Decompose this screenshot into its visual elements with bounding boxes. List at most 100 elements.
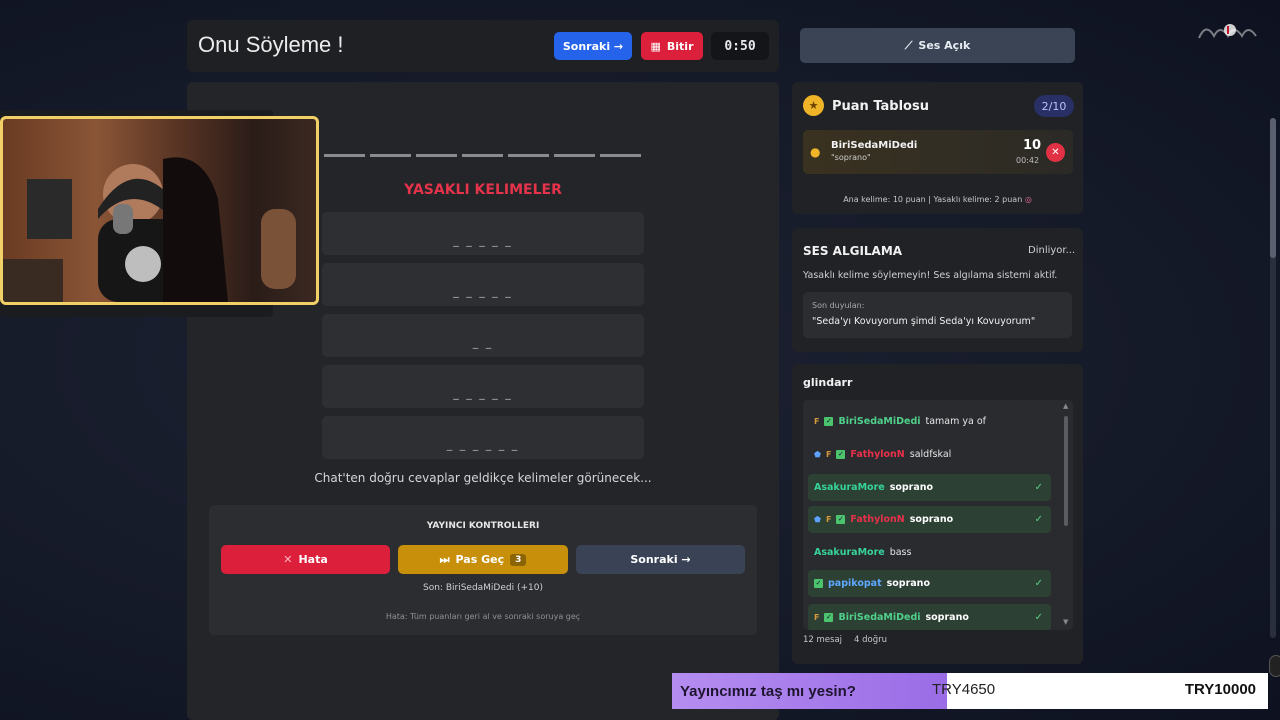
badge-icon: F (814, 613, 820, 622)
forbidden-word-box: _ _ _ _ _ _ (322, 416, 644, 459)
check-icon: ✓ (1034, 612, 1043, 623)
chat-message-correct: F ✓ BiriSedaMiDedi soprano ✓ (808, 604, 1051, 630)
finish-button[interactable]: ▦ Bitir (641, 32, 703, 60)
channel-logo (1196, 18, 1266, 49)
chat-text: tamam ya of (925, 416, 987, 427)
page-scrollbar[interactable] (1270, 118, 1276, 638)
subscriber-icon: ✓ (836, 450, 846, 459)
chat-message: F ✓ BiriSedaMiDedi tamam ya of (808, 408, 1051, 435)
score-entry-word: "soprano" (831, 153, 871, 162)
chat-text: bass (889, 547, 912, 558)
page-scroll-thumb[interactable] (1270, 118, 1276, 258)
scoreboard-title: Puan Tablosu (832, 99, 929, 114)
trophy-icon: ★ (803, 95, 824, 116)
error-note: Hata: Tüm puanları geri al ve sonraki so… (385, 612, 581, 621)
score-entry-points: 10 (1023, 138, 1042, 153)
moderator-shield-icon: ⬟ (814, 515, 821, 524)
wand-icon: ⟋ (904, 38, 913, 52)
chat-username: FathylonN (850, 449, 905, 460)
close-icon: ✕ (1051, 147, 1060, 158)
donation-goal: TRY10000 (1184, 681, 1256, 698)
chat-message: AsakuraMore bass (808, 539, 1051, 566)
skip-icon: ⏭ (439, 552, 450, 566)
donation-question: Yayıncımız taş mı yesin? (672, 673, 947, 709)
chat-channel-name: glindarr (803, 376, 853, 389)
streamer-figure (3, 157, 296, 302)
voice-warning: Yasaklı kelime söylemeyin! Ses algılama … (803, 270, 1058, 281)
game-header: Onu Söyleme ! Sonraki → ▦ Bitir 0:50 (187, 20, 779, 72)
chat-panel: glindarr F ✓ BiriSedaMiDedi tamam ya of ⬟… (792, 364, 1083, 664)
forbidden-word-box: _ _ (322, 314, 644, 357)
check-icon: ✓ (1034, 514, 1043, 525)
controls-title: YAYINCI KONTROLLERI (426, 521, 540, 531)
letter-slot (416, 154, 457, 157)
webcam-video (0, 116, 319, 305)
game-title: Onu Söyleme ! (198, 32, 344, 57)
chat-username: papikopat (828, 578, 882, 589)
target-icon: ◎ (1024, 195, 1032, 204)
donation-goal-bar: Yayıncımız taş mı yesin? TRY4650 TRY1000… (672, 673, 1268, 709)
letter-slot (600, 154, 641, 157)
pass-label: Pas Geç (455, 553, 505, 566)
chat-username: BiriSedaMiDedi (838, 612, 921, 623)
chat-message-correct: ✓ papikopat soprano ✓ (808, 570, 1051, 597)
chat-text: soprano (925, 612, 969, 623)
check-icon: ✓ (1034, 578, 1043, 589)
score-entry-name: BiriSedaMiDedi (831, 140, 918, 151)
voice-detection-panel: SES ALGILAMA Dinliyor... Yasaklı kelime … (792, 228, 1083, 352)
remove-entry-button[interactable]: ✕ (1046, 143, 1065, 162)
correct-count: 4 doğru (854, 635, 888, 645)
pass-button[interactable]: ⏭ Pas Geç 3 (398, 545, 568, 574)
error-label: Hata (298, 553, 328, 566)
letter-slot (462, 154, 503, 157)
next-button[interactable]: Sonraki → (554, 32, 632, 60)
pass-count-badge: 3 (510, 553, 527, 566)
forbidden-word-box: _ _ _ _ _ (322, 365, 644, 408)
sound-toggle-button[interactable]: ⟋ Ses Açık (800, 28, 1075, 63)
letter-slot (324, 154, 365, 157)
chat-username: BiriSedaMiDedi (838, 416, 921, 427)
timer: 0:50 (711, 32, 769, 60)
last-scorer: Son: BiriSedaMiDedi (+10) (423, 583, 543, 593)
sound-label: Ses Açık (918, 39, 971, 52)
streamer-controls: YAYINCI KONTROLLERI ✕ Hata ⏭ Pas Geç 3 S… (209, 505, 757, 635)
moderator-shield-icon: ⬟ (814, 450, 821, 459)
logo-graphic (1198, 24, 1257, 39)
scroll-down-icon[interactable]: ▼ (1063, 618, 1068, 626)
chat-stats: 12 mesaj 4 doğru (803, 635, 887, 645)
chat-text: saldfskal (909, 449, 952, 460)
chat-scroll-thumb[interactable] (1064, 416, 1068, 526)
last-heard-label: Son duyulan: (812, 301, 865, 310)
letter-slot (508, 154, 549, 157)
donation-amount: TRY4650 (932, 681, 996, 698)
chat-username: FathylonN (850, 514, 905, 525)
scroll-up-icon[interactable]: ▲ (1063, 402, 1068, 410)
forbidden-word-box: _ _ _ _ _ (322, 212, 644, 255)
check-icon: ✓ (1034, 482, 1043, 493)
chat-scrollbar[interactable]: ▲ ▼ (1063, 402, 1069, 626)
controls-next-button[interactable]: Sonraki → (576, 545, 745, 574)
x-icon: ✕ (283, 553, 293, 566)
score-entry: ● BiriSedaMiDedi "soprano" 10 00:42 ✕ (803, 130, 1073, 174)
letter-slot (554, 154, 595, 157)
subscriber-icon: ✓ (824, 613, 834, 622)
scoring-rule-text: Ana kelime: 10 puan | Yasaklı kelime: 2 … (843, 195, 1023, 204)
medal-icon: ● (810, 145, 821, 159)
hint-text: Chat'ten doğru cevaplar geldikçe kelimel… (314, 471, 652, 485)
chat-message: ⬟ F ✓ FathylonN saldfskal (808, 441, 1051, 468)
letter-slot (370, 154, 411, 157)
chat-username: AsakuraMore (814, 547, 885, 558)
last-heard-box: Son duyulan: "Seda'yı Kovuyorum şimdi Se… (803, 292, 1072, 338)
chat-text: soprano (886, 578, 930, 589)
side-handle[interactable] (1269, 655, 1280, 677)
chat-text: soprano (889, 482, 934, 493)
error-button[interactable]: ✕ Hata (221, 545, 390, 574)
badge-icon: F (825, 515, 832, 524)
chat-messages[interactable]: F ✓ BiriSedaMiDedi tamam ya of ⬟ F ✓ Fathyl… (803, 400, 1073, 630)
voice-title: SES ALGILAMA (803, 244, 903, 258)
score-entry-time: 00:42 (1016, 156, 1040, 165)
badge-icon: F (814, 417, 820, 426)
chat-message-correct: ⬟ F ✓ FathylonN soprano ✓ (808, 506, 1051, 533)
badge-icon: F (825, 450, 832, 459)
finish-label: Bitir (666, 39, 694, 53)
